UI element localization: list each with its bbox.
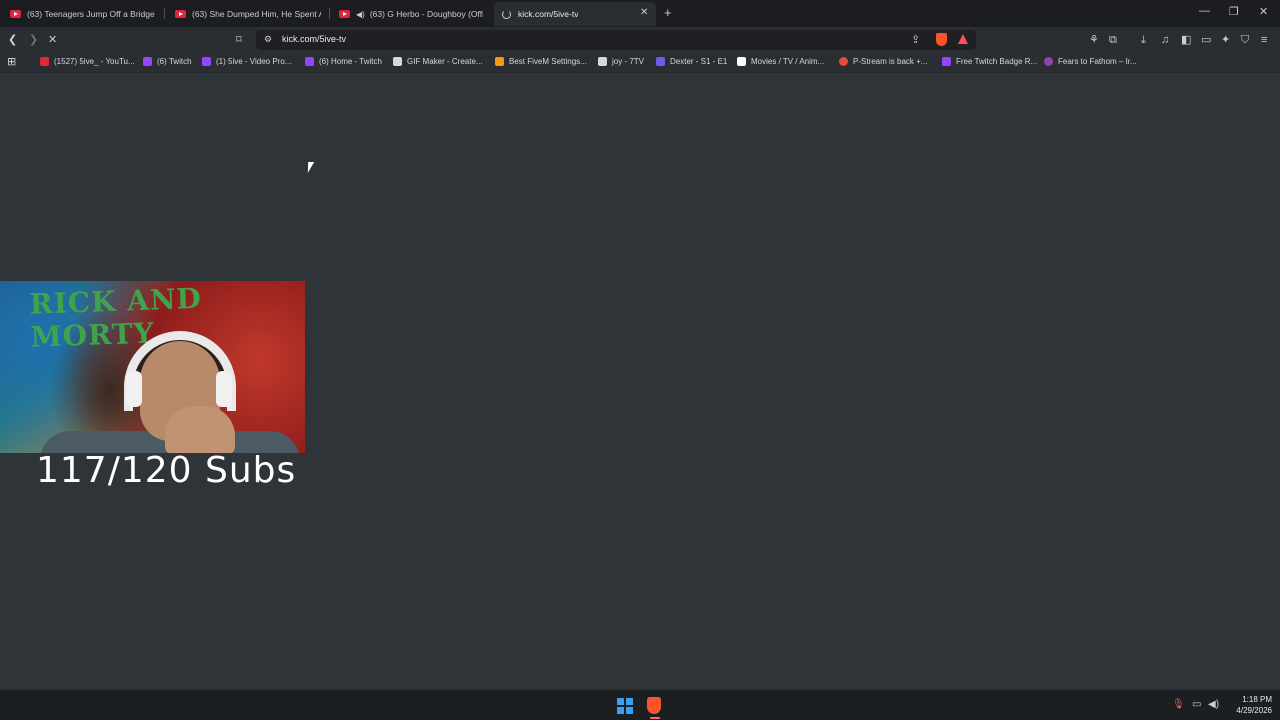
back-button[interactable]: ❮ — [8, 33, 17, 47]
bookmark-item[interactable]: (6) Twitch — [143, 57, 192, 66]
apps-grid-icon[interactable]: ⊞ — [7, 55, 16, 68]
windows-start-icon[interactable] — [617, 698, 633, 714]
tab-strip: (63) Teenagers Jump Off a Bridge Aft (63… — [0, 0, 1280, 27]
browser-tab-active[interactable]: kick.com/5ive-tv — [494, 2, 656, 26]
clock-time: 1:18 PM — [1242, 695, 1272, 704]
bookmark-label: joy - 7TV — [612, 57, 645, 66]
clock-date: 4/29/2026 — [1236, 706, 1272, 715]
bookmark-item[interactable]: P-Stream is back +... — [839, 57, 927, 66]
browser-toolbar: ❮ ❯ ✕ ⌑ ⚙ kick.com/5ive-tv ⇪ ⚘ ⧉ ⤓ ♫ ◧ ▭… — [0, 27, 1280, 53]
pstream-icon — [839, 57, 848, 66]
bookmark-item[interactable]: GIF Maker - Create... — [393, 57, 483, 66]
webcam-overlay-image: RICK AND MORTY — [0, 281, 305, 453]
speaker-icon[interactable]: ◀) — [356, 10, 365, 19]
game-icon — [1044, 57, 1053, 66]
bookmark-label: Fears to Fathom – Ir... — [1058, 57, 1137, 66]
downloads-icon[interactable]: ⤓ — [1141, 33, 1146, 47]
browser-tab[interactable]: (63) Teenagers Jump Off a Bridge Aft — [10, 3, 156, 25]
page-content: RICK AND MORTY 117/120 Subs — [0, 74, 1280, 689]
screenshot-icon[interactable]: ⧉ — [1109, 33, 1117, 47]
youtube-icon — [10, 10, 21, 18]
bookmark-label: (1) 5ive - Video Pro... — [216, 57, 292, 66]
bookmark-label: (6) Home - Twitch — [319, 57, 382, 66]
twitch-icon — [942, 57, 951, 66]
url-text[interactable]: kick.com/5ive-tv — [282, 34, 346, 44]
twitch-icon — [305, 57, 314, 66]
media-icon[interactable]: ♫ — [1161, 33, 1169, 47]
bookmark-label: Dexter - S1 - E1 — [670, 57, 728, 66]
volume-icon[interactable]: ◀) — [1208, 699, 1219, 710]
bookmark-label: P-Stream is back +... — [853, 57, 928, 66]
restore-button[interactable]: ❐ — [1229, 5, 1239, 18]
bookmark-item[interactable]: (1527) 5ive_ - YouTu... — [40, 57, 135, 66]
tab-title: kick.com/5ive-tv — [518, 9, 579, 19]
browser-tab[interactable]: ◀) (63) G Herbo - Doughboy (Officia — [339, 3, 483, 25]
brave-rewards-icon[interactable] — [958, 34, 968, 44]
bookmark-item[interactable]: joy - 7TV — [598, 57, 644, 66]
minimize-button[interactable]: — — [1199, 5, 1210, 17]
tab-title: (63) G Herbo - Doughboy (Officia — [369, 9, 483, 19]
vpn-icon[interactable]: ⛉ — [1241, 33, 1249, 47]
brave-shields-icon[interactable] — [936, 33, 947, 46]
streaming-site-icon — [656, 57, 665, 66]
forward-button[interactable]: ❯ — [29, 33, 38, 47]
share-icon[interactable]: ⇪ — [911, 33, 920, 47]
extensions-icon[interactable]: ⚘ — [1089, 33, 1099, 47]
headset-cup-right — [216, 371, 232, 407]
tab-divider — [164, 8, 165, 19]
active-app-indicator — [650, 717, 660, 719]
bookmark-item[interactable]: Movies / TV / Anim... — [737, 57, 824, 66]
bookmark-icon[interactable]: ⌑ — [236, 33, 242, 47]
stop-loading-button[interactable]: ✕ — [48, 33, 57, 47]
close-window-button[interactable]: ✕ — [1259, 5, 1268, 18]
network-icon[interactable]: ▭ — [1192, 699, 1201, 710]
bookmark-item[interactable]: (6) Home - Twitch — [305, 57, 382, 66]
youtube-icon — [40, 57, 49, 66]
system-clock[interactable]: 1:18 PM 4/29/2026 — [1226, 694, 1272, 716]
sub-goal-text: 117/120 Subs — [36, 450, 297, 491]
site-settings-icon[interactable]: ⚙ — [264, 34, 272, 45]
youtube-icon — [175, 10, 186, 18]
sidebar-icon[interactable]: ◧ — [1181, 33, 1191, 47]
bookmark-label: Free Twitch Badge R... — [956, 57, 1038, 66]
headset-cup-left — [126, 371, 142, 407]
leo-ai-icon[interactable]: ✦ — [1221, 33, 1230, 47]
fivem-icon — [495, 57, 504, 66]
brave-browser-icon[interactable] — [647, 697, 661, 714]
loading-spinner-icon — [502, 9, 511, 19]
tab-title: (63) Teenagers Jump Off a Bridge Aft — [27, 9, 156, 19]
tab-title: (63) She Dumped Him, He Spent A Ye — [192, 9, 321, 19]
bookmark-label: Movies / TV / Anim... — [751, 57, 825, 66]
bookmark-item[interactable]: (1) 5ive - Video Pro... — [202, 57, 291, 66]
windows-taskbar: 🎙 ▭ ◀) 1:18 PM 4/29/2026 — [0, 689, 1280, 720]
wallet-icon[interactable]: ▭ — [1201, 33, 1211, 47]
new-tab-button[interactable]: + — [664, 5, 672, 20]
bookmark-label: GIF Maker - Create... — [407, 57, 483, 66]
mouse-cursor-icon — [307, 162, 315, 173]
bookmarks-bar: ⊞ (1527) 5ive_ - YouTu... (6) Twitch (1)… — [0, 53, 1280, 73]
bookmark-label: (1527) 5ive_ - YouTu... — [54, 57, 135, 66]
twitch-icon — [143, 57, 152, 66]
bookmark-item[interactable]: Dexter - S1 - E1 — [656, 57, 727, 66]
tab-divider — [329, 8, 330, 19]
microphone-icon[interactable]: 🎙 — [1172, 699, 1185, 710]
close-tab-icon[interactable]: ✕ — [640, 7, 648, 18]
7tv-icon — [598, 57, 607, 66]
bookmark-label: (6) Twitch — [157, 57, 192, 66]
address-bar[interactable]: ⚙ kick.com/5ive-tv ⇪ — [256, 30, 976, 50]
bookmark-item[interactable]: Best FiveM Settings... — [495, 57, 587, 66]
play-icon — [737, 57, 746, 66]
bookmark-item[interactable]: Free Twitch Badge R... — [942, 57, 1037, 66]
streamer-hand — [165, 406, 235, 453]
bookmark-label: Best FiveM Settings... — [509, 57, 587, 66]
twitch-icon — [202, 57, 211, 66]
youtube-icon — [339, 10, 350, 18]
bookmark-item[interactable]: Fears to Fathom – Ir... — [1044, 57, 1137, 66]
menu-icon[interactable]: ≡ — [1261, 33, 1267, 47]
browser-tab[interactable]: (63) She Dumped Him, He Spent A Ye — [175, 3, 321, 25]
document-icon — [393, 57, 402, 66]
